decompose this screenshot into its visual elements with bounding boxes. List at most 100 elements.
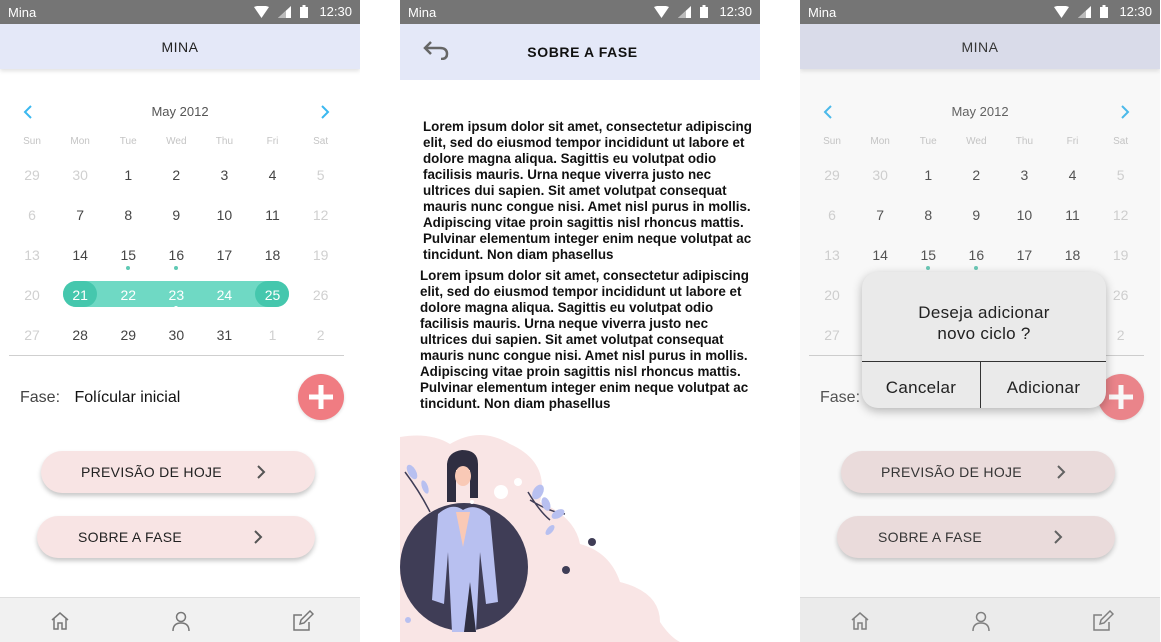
screen-calendar: Mina 12:30 MINA May 2012 Sun Mon Tue Wed Thu…	[0, 0, 360, 642]
calendar-day[interactable]: 1	[104, 157, 152, 197]
calendar-day-number: 17	[216, 247, 233, 263]
status-bar: Mina 12:30	[800, 0, 1160, 24]
new-cycle-dialog: Deseja adicionar novo ciclo ? Cancelar A…	[862, 272, 1106, 408]
calendar-day-selected[interactable]: 23	[152, 277, 200, 317]
calendar-day-number: 9	[172, 207, 181, 223]
calendar-day-number: 18	[264, 247, 281, 263]
calendar-week-row: 27 28 29 30 31 1 2	[8, 317, 345, 357]
calendar-day-number: 3	[220, 167, 229, 183]
status-time: 12:30	[319, 4, 352, 19]
cancel-button[interactable]: Cancelar	[862, 378, 980, 398]
calendar-day-number: 23	[168, 287, 185, 303]
calendar-day-number: 13	[24, 247, 40, 263]
forecast-button-label: PREVISÃO DE HOJE	[81, 464, 222, 480]
calendar-day[interactable]: 15	[104, 237, 152, 277]
forecast-button[interactable]: PREVISÃO DE HOJE	[41, 451, 315, 493]
edit-icon[interactable]	[292, 610, 314, 632]
calendar-day-number: 31	[216, 327, 233, 343]
screen-calendar-dialog: Mina 12:30 MINA May 2012 Sun Mon Tue Wed Thu…	[800, 0, 1160, 642]
calendar-day[interactable]: 2	[297, 317, 345, 357]
calendar-day[interactable]: 12	[297, 197, 345, 237]
weekday-label: Sun	[23, 136, 41, 147]
calendar-day[interactable]: 29	[104, 317, 152, 357]
dialog-message: Deseja adicionar novo ciclo ?	[862, 302, 1106, 344]
calendar-day-selected[interactable]: 25	[248, 277, 296, 317]
calendar-day-number: 24	[216, 287, 233, 303]
calendar-day[interactable]: 20	[8, 277, 56, 317]
chevron-right-icon	[257, 465, 266, 479]
calendar-day-number: 16	[168, 247, 185, 263]
weekday-label: Sat	[313, 136, 329, 147]
calendar-day-number: 14	[72, 247, 88, 263]
dialog-divider	[862, 361, 1106, 362]
calendar-day-number: 11	[265, 207, 280, 223]
phase-description-paragraph: Lorem ipsum dolor sit amet, consectetur …	[423, 119, 752, 262]
calendar-week-row: 29 30 1 2 3 4 5	[8, 157, 345, 197]
calendar-day[interactable]: 3	[200, 157, 248, 197]
page-title: SOBRE A FASE	[527, 44, 638, 60]
calendar-day[interactable]: 5	[297, 157, 345, 197]
calendar-day[interactable]: 29	[8, 157, 56, 197]
calendar-day-number: 19	[312, 247, 329, 263]
calendar-day[interactable]: 16	[152, 237, 200, 277]
calendar-day-selected[interactable]: 24	[200, 277, 248, 317]
calendar-day[interactable]: 2	[152, 157, 200, 197]
chevron-right-icon	[254, 530, 263, 544]
event-dot	[174, 266, 179, 270]
calendar-day[interactable]: 17	[200, 237, 248, 277]
calendar-day[interactable]: 4	[248, 157, 296, 197]
signal-icon	[1078, 5, 1092, 18]
home-icon[interactable]	[49, 610, 71, 632]
dialog-message-line1: Deseja adicionar	[918, 303, 1050, 322]
calendar-day-number: 25	[264, 287, 281, 303]
calendar-header: May 2012	[0, 100, 360, 124]
calendar-day-number: 10	[216, 207, 233, 223]
calendar-day[interactable]: 9	[152, 197, 200, 237]
calendar-day-number: 27	[24, 327, 40, 343]
status-bar: Mina 12:30	[0, 0, 360, 24]
calendar-day[interactable]: 11	[248, 197, 296, 237]
wifi-icon	[254, 5, 270, 18]
status-bar: Mina 12:30	[400, 0, 760, 24]
calendar-day[interactable]: 30	[152, 317, 200, 357]
calendar-day[interactable]: 1	[248, 317, 296, 357]
dialog-message-line2: novo ciclo ?	[937, 324, 1031, 343]
month-label: May 2012	[151, 104, 209, 119]
calendar-day-selected[interactable]: 21	[56, 277, 104, 317]
calendar-day-number: 12	[312, 207, 329, 223]
add-cycle-button[interactable]	[298, 374, 344, 420]
signal-icon	[278, 5, 292, 18]
calendar-week-row: 6 7 8 9 10 11 12	[8, 197, 345, 237]
next-month-button[interactable]	[315, 102, 335, 122]
weekday-label: Tue	[119, 136, 137, 147]
calendar-day-number: 21	[72, 287, 88, 303]
status-icons: 12:30	[1054, 4, 1152, 19]
calendar-day-selected[interactable]: 22	[104, 277, 152, 317]
calendar-day[interactable]: 31	[200, 317, 248, 357]
profile-icon[interactable]	[170, 610, 192, 632]
confirm-add-button[interactable]: Adicionar	[981, 378, 1106, 398]
plus-icon	[309, 385, 333, 409]
calendar-day[interactable]: 30	[56, 157, 104, 197]
calendar-day[interactable]: 18	[248, 237, 296, 277]
calendar-day-number: 30	[72, 167, 88, 183]
calendar-day[interactable]: 26	[297, 277, 345, 317]
about-phase-button[interactable]: SOBRE A FASE	[37, 516, 315, 558]
event-dot	[126, 266, 131, 270]
calendar-day[interactable]: 27	[8, 317, 56, 357]
calendar-day[interactable]: 14	[56, 237, 104, 277]
battery-icon	[700, 5, 709, 18]
calendar-day[interactable]: 28	[56, 317, 104, 357]
calendar-day[interactable]: 7	[56, 197, 104, 237]
calendar-day[interactable]: 6	[8, 197, 56, 237]
calendar-day[interactable]: 8	[104, 197, 152, 237]
phase-label: Fase:	[20, 389, 61, 406]
calendar-day[interactable]: 19	[297, 237, 345, 277]
status-app-name: Mina	[408, 5, 437, 20]
calendar-day[interactable]: 10	[200, 197, 248, 237]
calendar-grid: 2930123456789101112131415161718192021222…	[8, 157, 345, 357]
calendar-day-number: 26	[312, 287, 329, 303]
calendar-day[interactable]: 13	[8, 237, 56, 277]
weekday-label: Wed	[166, 136, 187, 147]
calendar-day-number: 1	[124, 167, 133, 183]
